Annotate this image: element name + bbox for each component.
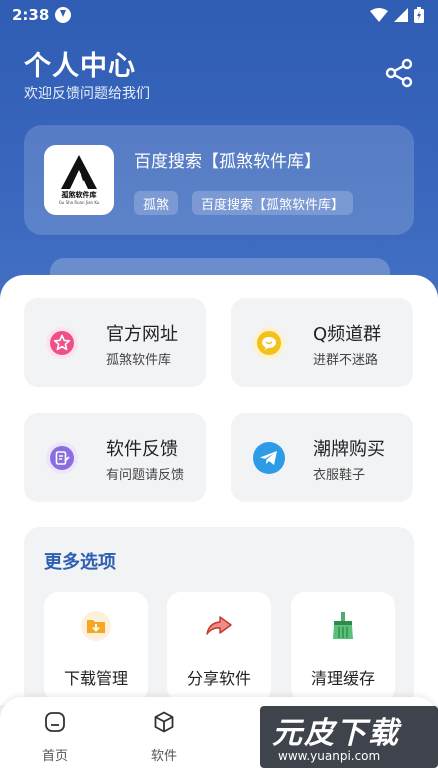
option-label: 下载管理 <box>63 669 128 688</box>
logo-mark-icon <box>61 155 97 189</box>
broom-icon <box>333 612 353 639</box>
page-title: 个人中心 <box>24 51 136 82</box>
share-arrow-icon <box>206 616 232 635</box>
logo-tiny-text: Gu Sha Ruan Jian Ku <box>58 200 100 205</box>
app-info-card[interactable]: 孤煞软件库 Gu Sha Ruan Jian Ku 百度搜索【孤煞软件库】 孤煞… <box>24 125 414 235</box>
share-icon[interactable] <box>384 58 414 88</box>
star-icon <box>46 327 78 359</box>
share-software-button[interactable]: 分享软件 <box>167 592 271 702</box>
more-options-title: 更多选项 <box>44 552 116 573</box>
page-subtitle: 欢迎反馈问题给我们 <box>24 86 150 102</box>
app-name: 百度搜索【孤煞软件库】 <box>134 152 321 172</box>
tag-search-hint: 百度搜索【孤煞软件库】 <box>192 191 354 215</box>
logo-caption: 孤煞软件库 <box>61 191 97 199</box>
nav-home[interactable]: 首页 <box>25 711 85 764</box>
tile-subtitle: 孤煞软件库 <box>106 353 172 368</box>
tag-author: 孤煞 <box>134 191 179 215</box>
tile-subtitle: 进群不迷路 <box>313 353 379 368</box>
status-indicators <box>370 7 424 23</box>
signal-icon <box>394 8 408 22</box>
cube-icon <box>154 711 174 733</box>
telegram-plane-icon <box>253 442 285 474</box>
tile-q-channel[interactable]: Q频道群 进群不迷路 <box>231 298 413 387</box>
watermark-url: www.yuanpi.com <box>278 749 381 763</box>
status-time: 2:38 <box>12 6 50 24</box>
nav-software[interactable]: 软件 <box>134 711 194 764</box>
nav-label: 软件 <box>150 749 177 764</box>
clear-cache-button[interactable]: 清理缓存 <box>291 592 395 702</box>
option-label: 分享软件 <box>186 669 251 688</box>
tile-official-site[interactable]: 官方网址 孤煞软件库 <box>24 298 206 387</box>
watermark: 元皮下载 www.yuanpi.com <box>260 706 438 768</box>
home-icon <box>45 712 65 732</box>
option-label: 清理缓存 <box>310 669 375 688</box>
feedback-icon <box>46 442 78 474</box>
tile-title: 软件反馈 <box>106 439 178 460</box>
download-folder-icon <box>81 611 111 641</box>
nav-label: 首页 <box>41 749 68 764</box>
tile-title: Q频道群 <box>313 324 382 345</box>
tile-subtitle: 有问题请反馈 <box>106 468 185 483</box>
battery-icon <box>414 7 424 23</box>
tile-subtitle: 衣服鞋子 <box>313 468 366 483</box>
app-logo: 孤煞软件库 Gu Sha Ruan Jian Ku <box>44 145 114 215</box>
tile-title: 官方网址 <box>106 324 178 345</box>
watermark-title: 元皮下载 <box>272 716 400 751</box>
download-manager-button[interactable]: 下载管理 <box>44 592 148 702</box>
status-bar: 2:38 <box>0 0 438 30</box>
more-options-card: 更多选项 下载管理 分享软件 清理缓存 <box>24 527 414 707</box>
wifi-icon <box>370 8 388 22</box>
tile-feedback[interactable]: 软件反馈 有问题请反馈 <box>24 413 206 502</box>
download-notification-icon <box>55 7 72 23</box>
tile-title: 潮牌购买 <box>313 439 385 460</box>
tile-trendy-shop[interactable]: 潮牌购买 衣服鞋子 <box>231 413 413 502</box>
chat-bubble-icon <box>253 327 285 359</box>
